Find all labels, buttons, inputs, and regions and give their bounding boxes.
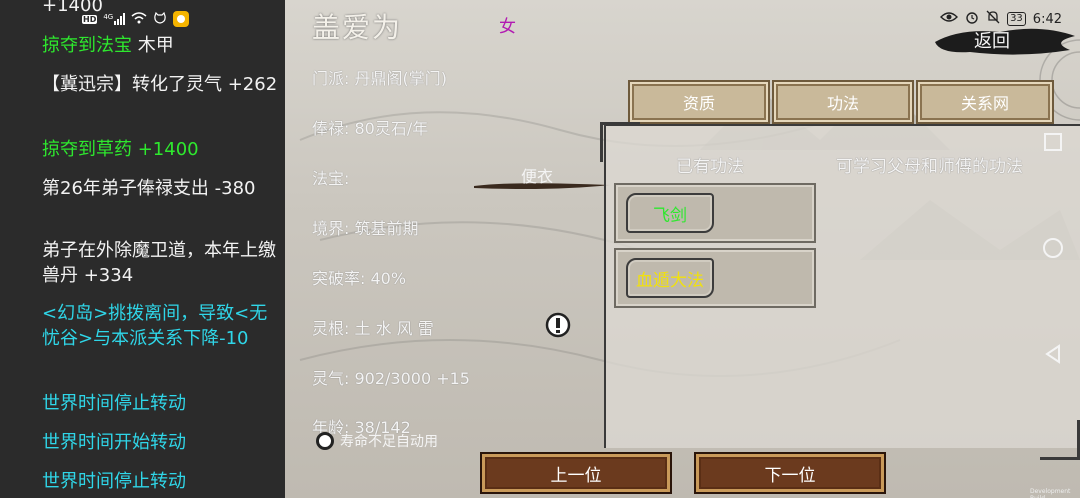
log-line: 弟子在外除魔卫道，本年上缴兽丹 +334 [42,240,276,286]
skill-card[interactable]: 飞剑 [614,183,816,243]
realm-label: 境界: 筑基前期 [312,219,419,238]
exclamation-icon[interactable] [545,312,571,338]
hd-icon: HD [82,14,98,24]
network-label: 4G [103,13,114,21]
signal-4g-icon: 4G [103,13,126,25]
log-line: 掠夺到法宝 木甲 [42,33,280,58]
triangle-back-icon[interactable] [1041,342,1065,366]
log-line: 掠夺到草药 +1400 [42,139,199,160]
next-character-button[interactable]: 下一位 [694,452,886,494]
skill-name[interactable]: 血遁大法 [626,258,714,298]
event-log-panel[interactable]: +1400 掠夺到法宝 木甲 【冀迅宗】转化了灵气 +262 掠夺到草药 +14… [0,0,285,498]
skill-name[interactable]: 飞剑 [626,193,714,233]
log-line: 【冀迅宗】转化了灵气 +262 [42,74,278,95]
learnable-skills-title: 可学习父母和师傅的功法 [836,157,1023,177]
treasure-value[interactable]: 便衣 [521,163,553,187]
skill-card[interactable]: 血遁大法 [614,248,816,308]
cat-app-icon [153,11,167,27]
tab-skills[interactable]: 功法 [772,80,914,124]
tab-aptitude[interactable]: 资质 [628,80,770,124]
auto-use-label: 寿命不足自动用 [340,434,438,450]
tab-relations[interactable]: 关系网 [916,80,1054,124]
panel-corner-decoration [1040,420,1080,460]
radio-icon[interactable] [316,432,334,450]
log-line: <幻岛>挑拨离间，导致<无忧谷>与本派关系下降-10 [42,303,268,349]
log-line: 世界时间开始转动 [42,432,186,453]
character-name: 盖爱为 [312,11,403,44]
development-build-watermark: Development Build [1030,488,1071,498]
notification-app-icon [173,11,190,27]
treasure-label: 法宝: [312,169,350,188]
sect-label: 门派: 丹鼎阁(掌门) [312,69,447,88]
log-line: 世界时间停止转动 [42,393,186,414]
breakthrough-label: 突破率: 40% [312,269,407,288]
back-button[interactable]: 返回 [962,27,1022,53]
salary-label: 俸禄: 80灵石/年 [312,119,429,138]
log-line: 世界时间停止转动 [42,471,186,492]
square-recent-icon[interactable] [1041,130,1065,154]
log-line: 第26年弟子俸禄支出 -380 [42,178,256,199]
log-line-item: 木甲 [132,35,174,56]
qi-label: 灵气: 902/3000 +15 [312,369,470,388]
wifi-icon [131,11,147,27]
owned-skills-title: 已有功法 [676,157,744,177]
previous-character-button[interactable]: 上一位 [480,452,672,494]
panel-corner-decoration [600,122,640,162]
circle-home-icon[interactable] [1041,236,1065,260]
log-line-highlight: 掠夺到法宝 [42,35,132,56]
gender-label: 女 [499,17,516,37]
auto-use-toggle[interactable]: 寿命不足自动用 [316,431,438,451]
status-bar-left: HD 4G [82,10,190,28]
spirit-root-label: 灵根: 土 水 风 雷 [312,319,434,338]
